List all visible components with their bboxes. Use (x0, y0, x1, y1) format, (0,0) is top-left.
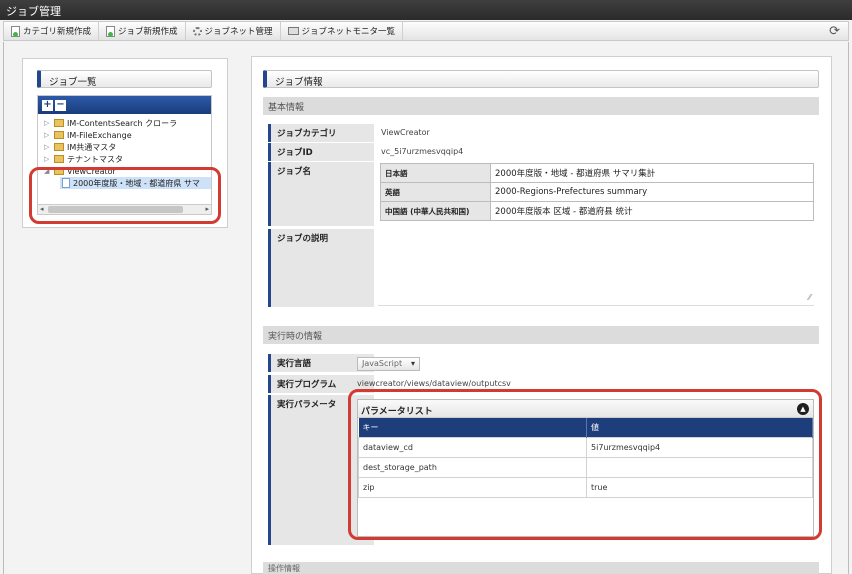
expand-all-icon[interactable]: + (42, 99, 53, 111)
operation-info-section: 操作情報 (263, 562, 819, 574)
tree-item[interactable]: ▷ IM共通マスタ (38, 141, 211, 153)
job-list-heading: ジョブ一覧 (37, 70, 212, 88)
tree-item[interactable]: ▷ IM-FileExchange (38, 129, 211, 141)
expand-arrow-icon[interactable]: ▷ (44, 131, 54, 139)
table-row: 中国語 (中華人民共和国) 2000年度版本 区域 - 都道府县 统计 (380, 201, 814, 221)
tree-item-label: テナントマスタ (67, 154, 123, 164)
expand-arrow-icon[interactable]: ▷ (44, 143, 54, 151)
job-id-value: vc_5i7urzmesvqqip4 (381, 147, 464, 156)
lang-label: 中国語 (中華人民共和国) (380, 201, 491, 221)
job-category-label: ジョブカテゴリ (268, 124, 374, 142)
new-document-icon (106, 25, 116, 37)
highlight-annotation (29, 167, 221, 224)
job-category-value: ViewCreator (381, 128, 430, 137)
basic-info-section: 基本情報 (263, 97, 819, 115)
lang-label: 日本語 (380, 163, 491, 183)
monitor-icon (287, 27, 299, 35)
job-name-label: ジョブ名 (268, 162, 374, 226)
folder-icon (54, 143, 64, 151)
job-id-label: ジョブID (268, 143, 374, 161)
new-category-button[interactable]: カテゴリ新規作成 (4, 22, 100, 40)
job-name-table: 日本語 2000年度版・地域 - 都道府県 サマリ集計 英語 2000-Regi… (380, 163, 814, 221)
folder-icon (54, 155, 64, 163)
highlight-annotation (348, 389, 822, 540)
folder-icon (54, 119, 64, 127)
expand-arrow-icon[interactable]: ▷ (44, 155, 54, 163)
jobnet-manage-label: ジョブネット管理 (204, 27, 273, 37)
job-name-value[interactable]: 2000-Regions-Prefectures summary (490, 182, 814, 202)
chevron-down-icon: ▾ (410, 359, 415, 368)
toolbar: カテゴリ新規作成 ジョブ新規作成 ジョブネット管理 ジョブネットモニタ一覧 ⟳ (3, 21, 849, 41)
job-description-field[interactable]: ⁄⁄ (378, 230, 814, 306)
resize-grip-icon[interactable]: ⁄⁄ (808, 293, 811, 302)
gear-icon (192, 26, 202, 36)
jobnet-monitor-button[interactable]: ジョブネットモニタ一覧 (281, 22, 404, 40)
tree-item[interactable]: ▷ IM-ContentsSearch クローラ (38, 117, 211, 129)
new-job-label: ジョブ新規作成 (118, 27, 178, 37)
lang-label: 英語 (380, 182, 491, 202)
exec-program-value: viewcreator/views/dataview/outputcsv (357, 379, 511, 388)
collapse-all-icon[interactable]: − (55, 99, 66, 111)
tree-item-label: IM-FileExchange (67, 130, 132, 140)
folder-icon (54, 131, 64, 139)
jobnet-monitor-label: ジョブネットモニタ一覧 (301, 27, 396, 37)
job-name-value[interactable]: 2000年度版・地域 - 都道府県 サマリ集計 (490, 163, 814, 183)
new-document-icon (11, 25, 20, 37)
job-info-heading: ジョブ情報 (263, 70, 819, 88)
exec-language-select[interactable]: JavaScript ▾ (357, 357, 420, 371)
new-job-button[interactable]: ジョブ新規作成 (99, 22, 186, 40)
tree-item-label: IM共通マスタ (67, 142, 117, 152)
window-title: ジョブ管理 (0, 0, 852, 20)
jobnet-manage-button[interactable]: ジョブネット管理 (186, 22, 281, 40)
job-name-value[interactable]: 2000年度版本 区域 - 都道府县 统计 (490, 201, 814, 221)
tree-item-label: IM-ContentsSearch クローラ (67, 118, 178, 128)
tree-item[interactable]: ▷ テナントマスタ (38, 153, 211, 165)
new-category-label: カテゴリ新規作成 (23, 27, 92, 37)
expand-arrow-icon[interactable]: ▷ (44, 119, 54, 127)
table-row: 日本語 2000年度版・地域 - 都道府県 サマリ集計 (380, 163, 814, 183)
runtime-info-section: 実行時の情報 (263, 326, 819, 344)
refresh-icon[interactable]: ⟳ (829, 24, 840, 39)
job-description-label: ジョブの説明 (268, 229, 374, 307)
tree-toolbar: + − (38, 96, 211, 114)
exec-language-value: JavaScript (362, 359, 403, 368)
table-row: 英語 2000-Regions-Prefectures summary (380, 182, 814, 202)
